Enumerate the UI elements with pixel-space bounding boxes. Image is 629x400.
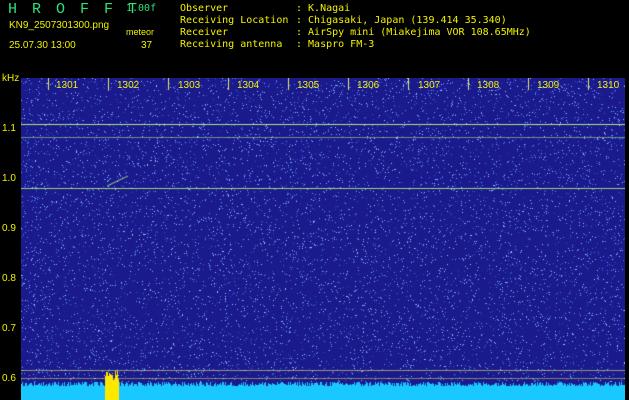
app-title: H R O F F T [8,1,141,18]
antenna-label: Receiving antenna [180,39,283,50]
x-tick-label: 1308 [477,80,500,91]
x-tick-label: 1309 [537,80,560,91]
version-label: 1.00f [126,3,157,14]
x-tick-label: 1306 [357,80,380,91]
receiver-label: Receiver [180,27,229,38]
x-tick-label: 1307 [418,80,441,91]
x-tick-label: 1301 [56,80,79,91]
meteor-label: meteor [126,27,155,37]
y-tick-label: 0.9 [2,223,16,234]
y-tick-label: 0.6 [2,373,16,384]
spectrogram-plot [21,78,625,400]
x-tick-label: 1304 [237,80,260,91]
observer-value: : K.Nagai [296,3,351,14]
location-label: Receiving Location [180,15,289,26]
date-time: 25.07.30 13:00 [9,40,76,51]
observer-label: Observer [180,3,229,14]
antenna-value: : Maspro FM-3 [296,39,375,50]
location-value: : Chigasaki, Japan (139.414 35.340) [296,15,507,26]
y-axis-unit: kHz [2,73,20,84]
x-tick-label: 1302 [117,80,140,91]
file-name: KN9_2507301300.png [9,20,110,31]
y-tick-label: 1.0 [2,173,16,184]
y-tick-label: 0.8 [2,273,16,284]
x-tick-label: 1305 [297,80,320,91]
x-tick-label: 1303 [178,80,201,91]
y-tick-label: 0.7 [2,323,16,334]
x-tick-label: 1310 [597,80,620,91]
header-panel: H R O F F T 1.00f KN9_2507301300.png 25.… [0,0,629,76]
y-tick-label: 1.1 [2,123,16,134]
meteor-count: 37 [141,40,153,51]
receiver-value: : AirSpy mini (Miakejima VOR 108.65MHz) [296,27,531,38]
